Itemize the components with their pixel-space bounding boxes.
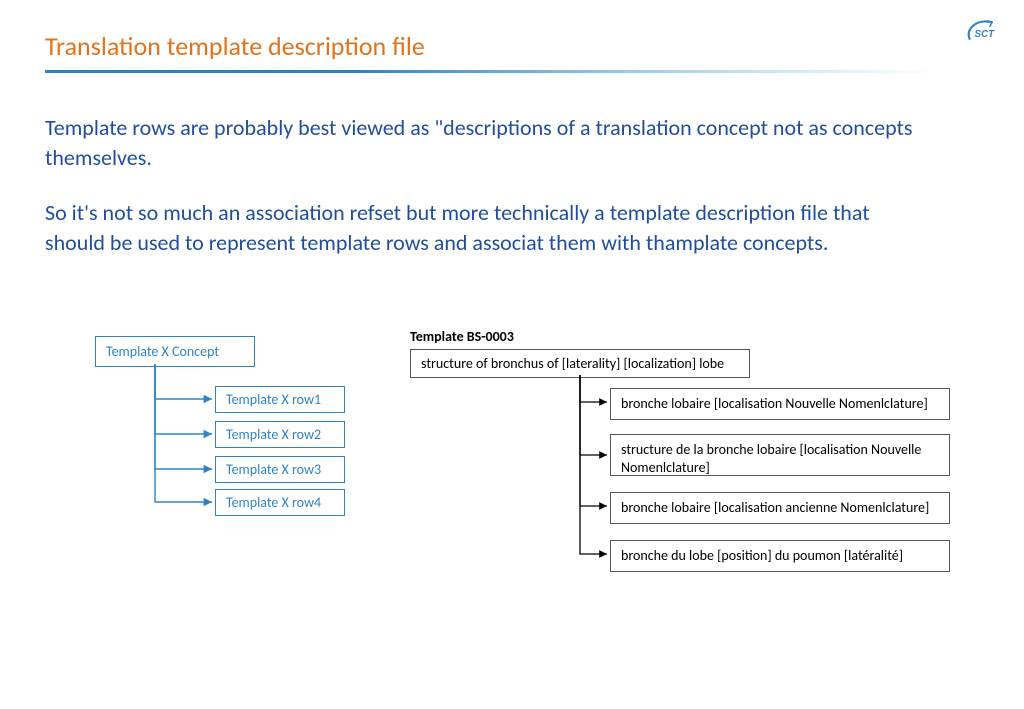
- sct-logo: SCT: [964, 18, 1006, 46]
- template-concept-box: Template X Concept: [95, 336, 255, 367]
- template-row-box: Template X row4: [215, 489, 345, 516]
- left-diagram: Template X Concept Template X row1 Templ…: [95, 336, 415, 367]
- slide: SCT Translation template description fil…: [0, 0, 1024, 709]
- template-child-box: bronche lobaire [localisation Nouvelle N…: [610, 388, 950, 420]
- diagrams-area: Template X Concept Template X row1 Templ…: [95, 328, 965, 668]
- template-child-box: bronche lobaire [localisation ancienne N…: [610, 492, 950, 524]
- body-text: Template rows are probably best viewed a…: [45, 113, 915, 258]
- title-underline: [45, 70, 935, 73]
- logo-text: SCT: [975, 29, 996, 40]
- template-row-box: Template X row1: [215, 386, 345, 413]
- template-row-box: Template X row3: [215, 456, 345, 483]
- paragraph-1: Template rows are probably best viewed a…: [45, 113, 915, 172]
- template-child-box: bronche du lobe [position] du poumon [la…: [610, 540, 950, 572]
- template-child-box: structure de la bronche lobaire [localis…: [610, 434, 950, 476]
- paragraph-2: So it's not so much an association refse…: [45, 198, 915, 257]
- template-root-box: structure of bronchus of [laterality] [l…: [410, 349, 750, 378]
- right-diagram: Template BS-0003 structure of bronchus o…: [410, 328, 970, 378]
- template-row-box: Template X row2: [215, 421, 345, 448]
- page-title: Translation template description file: [45, 30, 979, 62]
- right-diagram-header: Template BS-0003: [410, 328, 970, 345]
